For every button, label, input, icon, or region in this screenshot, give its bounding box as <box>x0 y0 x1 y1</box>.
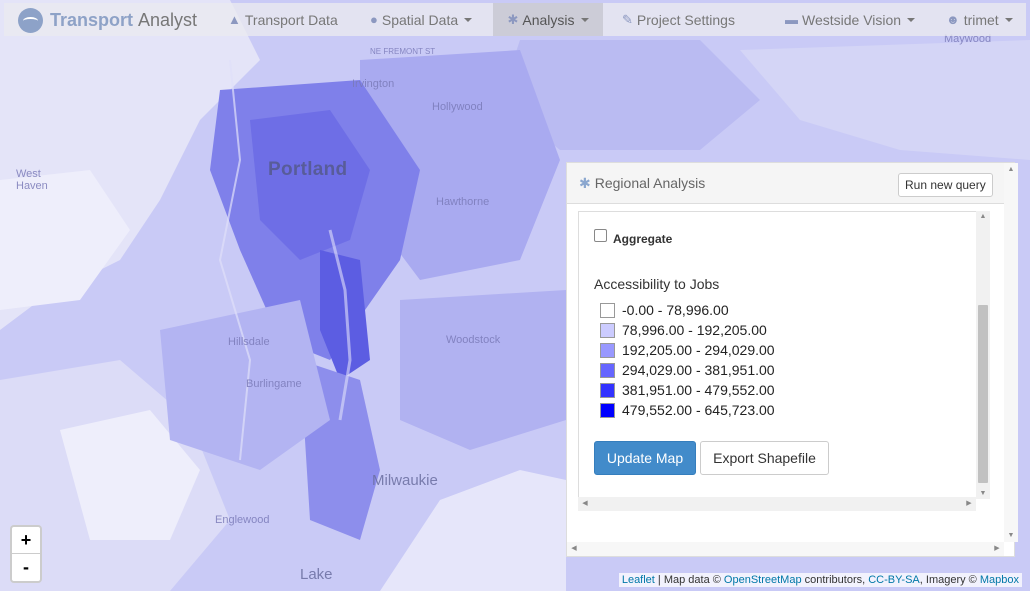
map-label-milwaukie: Milwaukie <box>372 472 438 489</box>
project-name: Westside Vision <box>802 11 902 28</box>
nav-project-settings[interactable]: ✎ Project Settings <box>622 3 735 36</box>
map-label-fremont: NE FREMONT ST <box>370 47 436 56</box>
legend-swatch <box>600 302 615 318</box>
chevron-down-icon <box>464 17 473 22</box>
wrench-icon: ✎ <box>622 11 633 27</box>
panel-horizontal-scrollbar[interactable]: ◀ ▶ <box>567 542 1004 556</box>
legend-row: 381,951.00 - 479,552.00 <box>600 380 775 400</box>
attribution-text-2: contributors, <box>801 574 869 586</box>
map-label-englewood: Englewood <box>215 514 270 526</box>
scroll-left-arrow-icon[interactable]: ◀ <box>578 499 592 507</box>
zoom-out-button[interactable]: - <box>12 554 40 580</box>
panel-vertical-scrollbar[interactable]: ▲ ▼ <box>1004 163 1018 542</box>
legend-row: 294,029.00 - 381,951.00 <box>600 360 775 380</box>
map-label-irvington: Irvington <box>352 78 395 90</box>
mapbox-link[interactable]: Mapbox <box>980 574 1019 586</box>
scroll-up-arrow-icon[interactable]: ▲ <box>1004 166 1018 173</box>
scroll-left-arrow-icon[interactable]: ◀ <box>567 544 581 552</box>
panel-scroll-content: Aggregate Accessibility to Jobs -0.00 - … <box>578 211 978 499</box>
openstreetmap-link[interactable]: OpenStreetMap <box>724 574 802 586</box>
scroll-right-arrow-icon[interactable]: ▶ <box>962 499 976 507</box>
globe-icon: ● <box>370 12 378 27</box>
legend-title: Accessibility to Jobs <box>594 276 720 292</box>
nav-analysis-label: Analysis <box>522 11 575 28</box>
legend-label: -0.00 - 78,996.00 <box>622 302 729 318</box>
legend-label: 479,552.00 - 645,723.00 <box>622 402 775 418</box>
scroll-down-arrow-icon[interactable]: ▼ <box>976 490 990 497</box>
legend-label: 192,205.00 - 294,029.00 <box>622 342 775 358</box>
cog-icon: ✱ <box>579 175 591 191</box>
map-label-hollywood: Hollywood <box>432 101 483 113</box>
chevron-down-icon <box>580 17 589 22</box>
aggregate-option[interactable]: Aggregate <box>594 228 673 246</box>
panel-title-text: Regional Analysis <box>594 175 706 191</box>
legend-swatch <box>600 382 615 398</box>
map-label-portland: Portland <box>268 159 348 180</box>
regional-analysis-panel: ✱ Regional Analysis Run new query Aggrega… <box>566 162 1018 557</box>
scroll-down-arrow-icon[interactable]: ▼ <box>1004 532 1018 539</box>
map-label-hawthorne: Hawthorne <box>436 196 490 208</box>
brand-part1: Transport <box>50 9 134 30</box>
cog-icon: ✱ <box>507 11 519 27</box>
attribution-text-3: , Imagery © <box>919 574 980 586</box>
chevron-down-icon <box>1004 17 1013 22</box>
aggregate-checkbox[interactable] <box>594 228 607 242</box>
scroll-right-arrow-icon[interactable]: ▶ <box>990 544 1004 552</box>
map-label-hillsdale: Hillsdale <box>228 336 270 348</box>
nav-transport-data[interactable]: ▲ Transport Data <box>228 3 338 36</box>
top-navbar: Transport Analyst ▲ Transport Data ● Spa… <box>4 3 1026 36</box>
folder-open-icon: ▬ <box>785 12 798 27</box>
brand-part2: Analyst <box>138 9 198 30</box>
legend-row: 192,205.00 - 294,029.00 <box>600 340 775 360</box>
update-map-button[interactable]: Update Map <box>594 441 696 475</box>
legend-label: 381,951.00 - 479,552.00 <box>622 382 775 398</box>
aggregate-label: Aggregate <box>613 232 673 246</box>
legend-label: 294,029.00 - 381,951.00 <box>622 362 775 378</box>
legend-label: 78,996.00 - 192,205.00 <box>622 322 767 338</box>
legend: -0.00 - 78,996.00 78,996.00 - 192,205.00… <box>600 300 775 420</box>
legend-swatch <box>600 342 615 358</box>
map-label-burlingame: Burlingame <box>246 378 302 390</box>
attribution-text-1: | Map data © <box>654 574 724 586</box>
map-label-woodstock: Woodstock <box>446 334 501 346</box>
legend-row: 479,552.00 - 645,723.00 <box>600 400 775 420</box>
legend-row: 78,996.00 - 192,205.00 <box>600 320 775 340</box>
map-label-west-haven: West Haven <box>16 168 48 192</box>
nav-user-menu[interactable]: ☻ trimet <box>946 3 1013 36</box>
zoom-in-button[interactable]: + <box>12 527 40 554</box>
inner-vertical-scrollbar[interactable]: ▲ ▼ <box>976 211 990 499</box>
nav-analysis[interactable]: ✱ Analysis <box>493 3 603 36</box>
chevron-down-icon <box>907 17 916 22</box>
user-icon: ☻ <box>946 12 960 27</box>
brand[interactable]: Transport Analyst <box>18 7 197 33</box>
legend-swatch <box>600 322 615 338</box>
user-name: trimet <box>963 11 999 28</box>
scroll-up-arrow-icon[interactable]: ▲ <box>976 213 990 220</box>
road-icon: ▲ <box>228 12 241 27</box>
map-label-lake: Lake <box>300 566 333 583</box>
legend-swatch <box>600 402 615 418</box>
legend-swatch <box>600 362 615 378</box>
nav-project-settings-label: Project Settings <box>636 11 735 28</box>
nav-spatial-data-label: Spatial Data <box>381 11 459 28</box>
leaflet-link[interactable]: Leaflet <box>622 574 655 586</box>
transport-analyst-logo-icon <box>18 7 43 33</box>
inner-horizontal-scrollbar[interactable]: ◀ ▶ <box>578 497 976 511</box>
panel-header: ✱ Regional Analysis Run new query <box>567 163 1004 204</box>
license-link[interactable]: CC-BY-SA <box>868 574 920 586</box>
nav-transport-data-label: Transport Data <box>244 11 338 28</box>
export-shapefile-button[interactable]: Export Shapefile <box>700 441 829 475</box>
map-attribution: Leaflet | Map data © OpenStreetMap contr… <box>618 573 1022 587</box>
nav-spatial-data[interactable]: ● Spatial Data <box>370 3 473 36</box>
inner-scroll-thumb[interactable] <box>978 305 988 483</box>
run-new-query-button[interactable]: Run new query <box>898 173 993 197</box>
legend-row: -0.00 - 78,996.00 <box>600 300 775 320</box>
nav-project-selector[interactable]: ▬ Westside Vision <box>785 3 916 36</box>
zoom-control: + - <box>10 525 42 583</box>
panel-title: ✱ Regional Analysis <box>579 175 705 192</box>
